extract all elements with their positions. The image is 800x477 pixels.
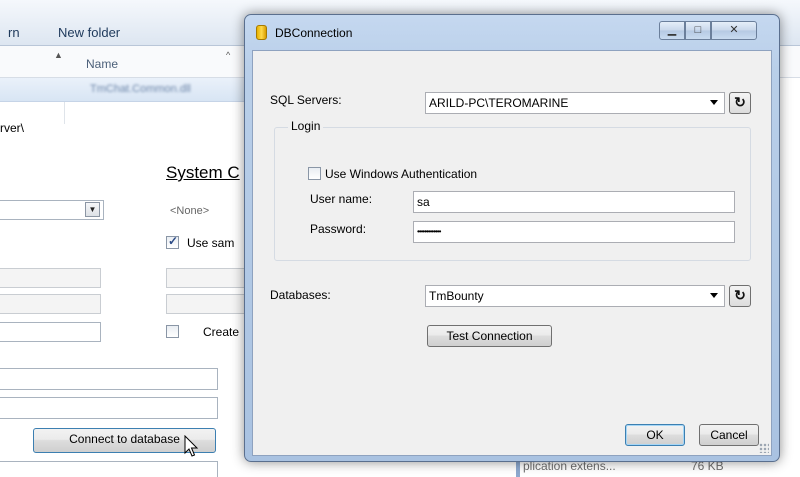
sort-up-icon: ▲ xyxy=(54,50,63,60)
name-column-header[interactable]: Name xyxy=(86,57,118,71)
cancel-button[interactable]: Cancel xyxy=(699,424,759,446)
new-folder-button[interactable]: New folder xyxy=(58,25,120,40)
sql-servers-label: SQL Servers: xyxy=(270,93,342,107)
resize-grip[interactable] xyxy=(759,443,769,453)
bg-field-7[interactable] xyxy=(0,397,218,419)
minimize-icon: ▁ xyxy=(667,24,677,36)
refresh-databases-button[interactable]: ↻ xyxy=(729,285,751,307)
toolbar-fragment[interactable]: rn xyxy=(8,25,20,40)
sql-server-value: ARILD-PC\TEROMARINE xyxy=(429,96,569,110)
windows-auth-label: Use Windows Authentication xyxy=(325,167,478,181)
none-option[interactable]: <None> xyxy=(170,205,209,217)
username-value: sa xyxy=(417,195,430,209)
refresh-icon: ↻ xyxy=(734,94,746,110)
use-same-checkbox[interactable] xyxy=(166,234,179,249)
maximize-icon: □ xyxy=(694,24,702,36)
close-icon: ✕ xyxy=(729,24,739,36)
chevron-down-icon[interactable]: ▼ xyxy=(85,202,100,217)
database-icon xyxy=(256,25,267,40)
minimize-button[interactable]: ▁ xyxy=(659,21,685,40)
collapse-icon: ^ xyxy=(226,50,231,60)
system-heading: System C xyxy=(166,163,240,182)
maximize-button[interactable]: □ xyxy=(685,21,711,40)
windows-auth-checkbox[interactable] xyxy=(308,167,321,180)
create-checkbox[interactable] xyxy=(166,325,179,338)
login-group-title: Login xyxy=(288,119,324,133)
chevron-down-icon xyxy=(710,293,718,298)
sql-servers-dropdown[interactable]: ARILD-PC\TEROMARINE xyxy=(425,92,725,114)
path-label: rver\ xyxy=(0,121,24,135)
chevron-down-icon xyxy=(710,100,718,105)
username-label: User name: xyxy=(310,192,373,206)
dialog-body: SQL Servers: ARILD-PC\TEROMARINE ↻ Login… xyxy=(252,50,772,456)
selected-file-row[interactable]: TmChat.Common.dll xyxy=(0,78,250,102)
refresh-icon: ↻ xyxy=(734,287,746,303)
mouse-cursor-icon xyxy=(184,435,199,457)
bg-field-3[interactable] xyxy=(0,294,101,314)
bg-field-2[interactable] xyxy=(166,268,246,288)
create-label: Create xyxy=(203,325,240,339)
bg-field-6[interactable] xyxy=(0,368,218,390)
username-input[interactable]: sa xyxy=(413,191,735,213)
password-input[interactable]: ••••••••••••• xyxy=(413,221,735,243)
use-same-label: Use sam xyxy=(187,236,235,250)
bg-field-5[interactable] xyxy=(0,322,101,342)
databases-dropdown[interactable]: TmBounty xyxy=(425,285,725,307)
dialog-title: DBConnection xyxy=(275,26,353,40)
close-button[interactable]: ✕ xyxy=(711,21,757,40)
bg-field-4[interactable] xyxy=(166,294,246,314)
bg-field-1[interactable] xyxy=(0,268,101,288)
bg-field-8[interactable] xyxy=(0,461,218,477)
database-value: TmBounty xyxy=(429,289,484,303)
test-connection-button[interactable]: Test Connection xyxy=(427,325,552,347)
file-name: TmChat.Common.dll xyxy=(90,83,191,95)
ok-button[interactable]: OK xyxy=(625,424,685,446)
databases-label: Databases: xyxy=(270,288,331,302)
password-value: ••••••••••••• xyxy=(417,227,441,236)
dbconnection-dialog: DBConnection ▁ □ ✕ SQL Servers: ARILD-PC… xyxy=(244,14,780,462)
password-label: Password: xyxy=(310,222,367,236)
refresh-servers-button[interactable]: ↻ xyxy=(729,92,751,114)
